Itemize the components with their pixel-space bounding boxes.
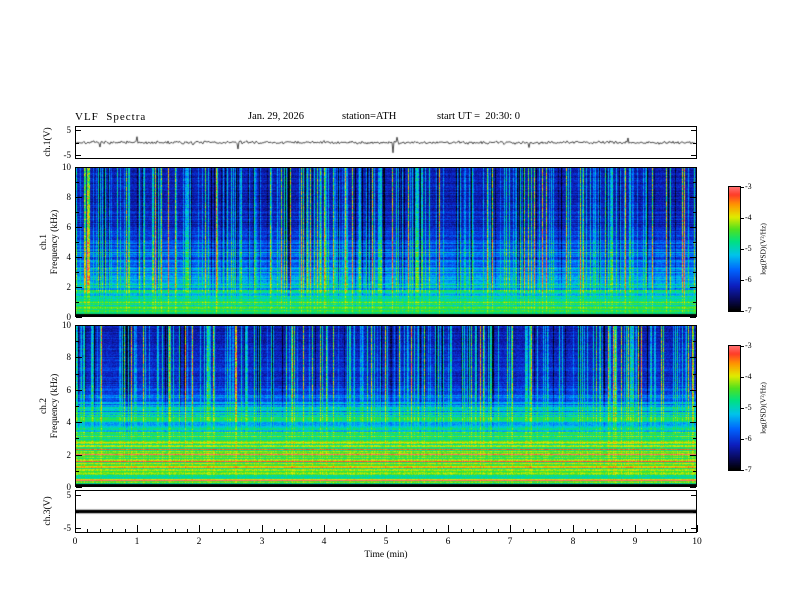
tick-mark (697, 525, 698, 532)
tick-label: -5 (63, 523, 72, 533)
tick-mark (741, 311, 744, 312)
ch1-spectrogram-panel (75, 167, 697, 317)
tick-label: 5 (66, 125, 72, 135)
tick-label: 2 (66, 282, 72, 292)
tick-label: -7 (745, 465, 752, 474)
tick-label: 10 (692, 537, 702, 547)
tick-label: 8 (66, 352, 72, 362)
ch2-colorbar-canvas (729, 346, 740, 470)
tick-label: 0 (72, 537, 78, 547)
tick-label: 10 (62, 162, 71, 172)
tick-label: 4 (321, 537, 327, 547)
ch2-spec-label-line2: Frequency (kHz) (50, 373, 60, 439)
ch3-voltage-axis-label-text: ch.3(V) (43, 496, 53, 526)
tick-mark (741, 218, 744, 219)
tick-mark (76, 487, 82, 488)
ch1-colorbar (728, 186, 741, 312)
tick-mark (741, 346, 744, 347)
tick-label: -6 (745, 275, 752, 284)
tick-mark (741, 187, 744, 188)
tick-label: 2 (66, 450, 72, 460)
tick-mark (741, 408, 744, 409)
ch1-colorbar-canvas (729, 187, 740, 311)
ch3-waveform-canvas (76, 491, 696, 532)
ch2-frequency-axis-label: ch.2 Frequency (kHz) (39, 374, 61, 439)
tick-label: 1 (134, 537, 140, 547)
tick-label: 10 (62, 320, 71, 330)
tick-label: 7 (507, 537, 513, 547)
ch1-colorbar-label: log(PSD)(V²/Hz) (758, 223, 768, 275)
tick-label: 8 (570, 537, 576, 547)
tick-mark (690, 487, 696, 488)
ch2-colorbar (728, 345, 741, 471)
tick-label: -3 (745, 182, 752, 191)
tick-label: 5 (383, 537, 389, 547)
time-axis-label: Time (min) (364, 550, 408, 560)
ch1-voltage-axis-label: ch.1(V) (43, 127, 53, 156)
tick-mark (741, 280, 744, 281)
ch3-voltage-panel (75, 490, 697, 533)
tick-mark (76, 317, 82, 318)
tick-label: 3 (259, 537, 265, 547)
tick-label: 8 (66, 192, 72, 202)
tick-label: -5 (63, 150, 72, 160)
tick-mark (741, 470, 744, 471)
tick-mark (741, 439, 744, 440)
ch2-spec-label-line1: ch.2 (39, 397, 49, 415)
tick-label: -3 (745, 341, 752, 350)
ch1-waveform-canvas (76, 127, 696, 158)
ch1-spec-label-line2: Frequency (kHz) (50, 209, 60, 275)
ch2-spectrogram-panel (75, 325, 697, 487)
tick-label: -4 (745, 372, 752, 381)
tick-label: -4 (745, 213, 752, 222)
tick-label: 5 (66, 490, 72, 500)
ch1-spec-label-line1: ch.1 (39, 233, 49, 251)
ch2-spectrogram-canvas (76, 326, 696, 486)
figure-station: station=ATH (342, 111, 397, 122)
vlf-spectra-figure: VLF Spectra Jan. 29, 2026 station=ATH st… (0, 0, 792, 612)
ch1-voltage-axis-label-text: ch.1(V) (43, 127, 53, 157)
tick-mark (690, 317, 696, 318)
ch1-frequency-axis-label: ch.1 Frequency (kHz) (39, 210, 61, 275)
tick-label: -7 (745, 306, 752, 315)
tick-label: 6 (445, 537, 451, 547)
tick-label: 2 (196, 537, 202, 547)
tick-label: 0 (66, 312, 72, 322)
figure-title: VLF Spectra (75, 111, 147, 123)
figure-date: Jan. 29, 2026 (248, 111, 304, 122)
tick-mark (741, 249, 744, 250)
ch3-voltage-axis-label: ch.3(V) (43, 496, 53, 525)
tick-label: 0 (66, 482, 72, 492)
tick-label: 9 (632, 537, 638, 547)
ch1-spectrogram-canvas (76, 168, 696, 316)
ch2-colorbar-label: log(PSD)(V²/Hz) (758, 382, 768, 434)
ch1-voltage-panel (75, 126, 697, 159)
tick-label: -6 (745, 434, 752, 443)
tick-mark (741, 377, 744, 378)
figure-start-ut: start UT = 20:30: 0 (437, 111, 521, 122)
